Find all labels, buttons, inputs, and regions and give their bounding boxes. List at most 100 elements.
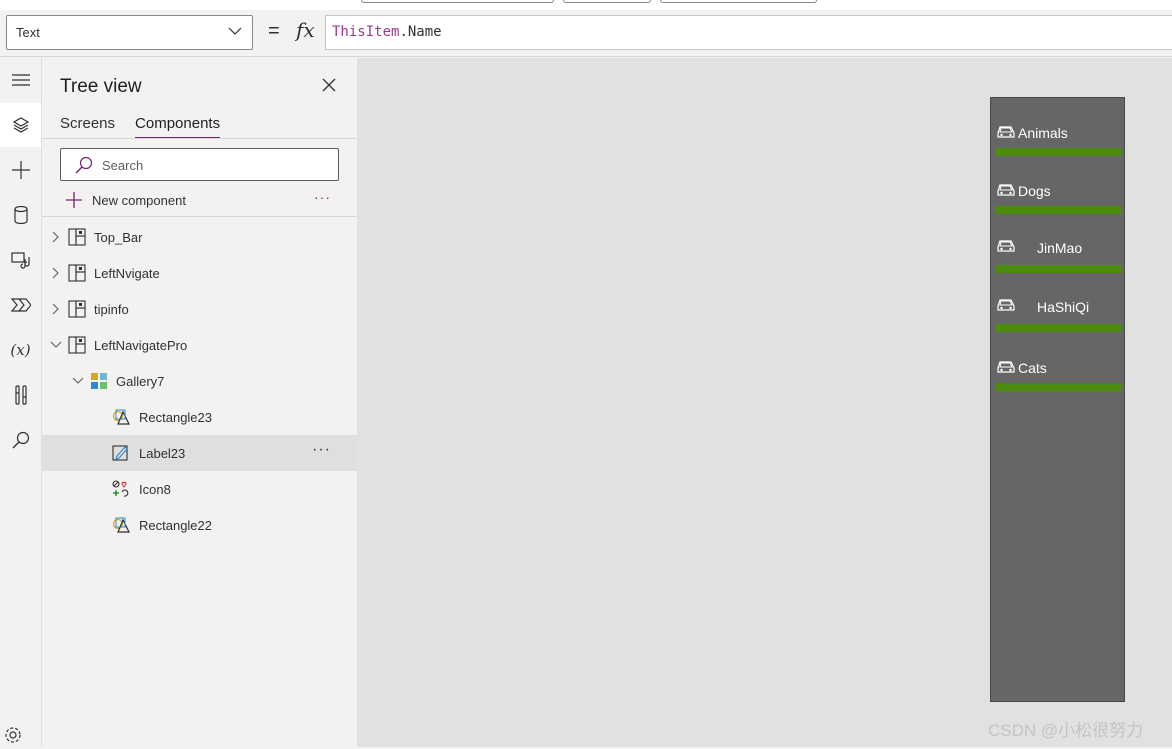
gallery-item-underline	[995, 324, 1121, 332]
gallery-item-underline	[995, 265, 1121, 273]
gallery-item-label: HaShiQi	[1037, 299, 1090, 315]
tree-node-leftnavigatepro[interactable]: LeftNavigatePro	[42, 327, 357, 363]
tree-node-gallery7[interactable]: Gallery7	[42, 363, 357, 399]
power-automate-button[interactable]	[0, 283, 41, 327]
plus-icon	[11, 161, 30, 179]
tree-node-label: Gallery7	[116, 374, 165, 389]
car-icon	[996, 358, 1016, 374]
search-icon	[75, 156, 93, 174]
settings-button[interactable]	[4, 726, 22, 749]
insert-button[interactable]	[0, 148, 41, 192]
database-icon	[13, 206, 28, 224]
power-automate-icon	[10, 298, 31, 312]
property-dropdown-value: Text	[16, 25, 40, 40]
formula-input[interactable]: ThisItem.Name	[325, 15, 1172, 50]
car-icon	[996, 181, 1016, 197]
tree-view-panel: Tree view Screens Components Search New …	[42, 58, 357, 747]
tree-node-label: LeftNavigatePro	[94, 338, 188, 353]
gallery-item-label: Dogs	[1018, 183, 1051, 199]
tree-node-tipinfo[interactable]: tipinfo	[42, 291, 357, 327]
gallery-item-underline	[995, 206, 1121, 214]
toolbar-control-stub[interactable]	[563, 0, 651, 3]
chevron-down-icon	[228, 27, 242, 35]
gallery-item[interactable]: HaShiQi	[991, 296, 1126, 355]
search-placeholder: Search	[102, 158, 144, 173]
shape-icon	[112, 408, 130, 426]
shape-icon	[112, 516, 130, 534]
tree-view-tabs: Screens Components	[60, 115, 240, 139]
gallery-item-label: Cats	[1018, 360, 1047, 376]
data-button[interactable]	[0, 193, 41, 237]
left-icon-rail: (x)	[0, 58, 42, 747]
tab-screens[interactable]: Screens	[60, 115, 115, 139]
tree-node-label: Rectangle22	[139, 518, 212, 533]
new-component-label: New component	[92, 192, 186, 208]
tree-node-label: Icon8	[139, 482, 171, 497]
chevron-down-icon[interactable]	[72, 375, 84, 390]
tree-node-label: Top_Bar	[94, 230, 143, 245]
layers-icon	[12, 117, 29, 133]
tab-components[interactable]: Components	[135, 115, 221, 139]
component-icon	[68, 336, 86, 354]
close-icon[interactable]	[321, 77, 337, 93]
equals-sign: =	[268, 20, 280, 42]
gallery-item[interactable]: Cats	[991, 355, 1126, 414]
search-input[interactable]: Search	[60, 148, 339, 181]
gallery-item[interactable]: Dogs	[991, 178, 1126, 237]
label-edit-icon	[112, 444, 130, 462]
fx-icon[interactable]: fx	[296, 18, 315, 42]
component-icon	[68, 300, 86, 318]
hamburger-icon	[11, 74, 30, 86]
chevron-right-icon[interactable]	[50, 303, 62, 318]
chevron-down-icon[interactable]	[50, 339, 62, 354]
toolbar-control-stub[interactable]	[361, 0, 554, 3]
canvas-area[interactable]: Animals Dogs JinMao HaShiQi Cats	[357, 58, 1172, 747]
divider	[42, 138, 357, 139]
tree-node-rectangle23[interactable]: Rectangle23	[42, 399, 357, 435]
left-navigate-pro-component[interactable]: Animals Dogs JinMao HaShiQi Cats	[990, 97, 1125, 702]
more-options-button[interactable]: ···	[314, 189, 331, 205]
variables-button[interactable]: (x)	[0, 328, 41, 372]
tree-node-label: LeftNvigate	[94, 266, 160, 281]
tree-node-label: Rectangle23	[139, 410, 212, 425]
gallery-item-label: JinMao	[1037, 240, 1083, 256]
gallery-item-underline	[995, 148, 1121, 156]
watermark: CSDN @小松很努力	[988, 721, 1144, 740]
media-button[interactable]	[0, 238, 41, 282]
gallery-item[interactable]: Animals	[991, 120, 1126, 179]
formula-bar: Text = fx ThisItem.Name	[0, 10, 1172, 57]
tools-icon	[14, 385, 27, 405]
gallery-item-label: Animals	[1018, 125, 1068, 141]
gallery-item[interactable]: JinMao	[991, 237, 1126, 296]
chevron-right-icon[interactable]	[50, 231, 62, 246]
car-icon	[996, 296, 1016, 312]
property-dropdown[interactable]: Text	[6, 15, 253, 50]
car-icon	[996, 237, 1016, 253]
formula-text: .Name	[399, 24, 442, 40]
new-component-button[interactable]: New component	[64, 189, 186, 211]
advanced-tools-button[interactable]	[0, 373, 41, 417]
variables-icon: (x)	[10, 341, 31, 359]
gallery-icon	[90, 372, 108, 390]
formula-keyword: ThisItem	[332, 24, 400, 40]
toolbar-control-stub[interactable]	[660, 0, 817, 3]
search-rail-button[interactable]	[0, 418, 41, 462]
tree-node-icon8[interactable]: Icon8	[42, 471, 357, 507]
tree-view-button[interactable]	[0, 103, 41, 147]
tree-view-title: Tree view	[60, 76, 142, 97]
tree-node-leftnvigate[interactable]: LeftNvigate	[42, 255, 357, 291]
chevron-right-icon[interactable]	[50, 267, 62, 282]
hamburger-menu-button[interactable]	[0, 58, 41, 102]
tree-node-rectangle22[interactable]: Rectangle22	[42, 507, 357, 543]
more-options-button[interactable]: ···	[312, 441, 331, 459]
car-icon	[996, 123, 1016, 139]
media-icon	[10, 252, 30, 269]
gallery-item-underline	[995, 383, 1121, 391]
icon-control-icon	[112, 480, 130, 498]
tree-node-label: tipinfo	[94, 302, 129, 317]
tree-node-label: Label23	[139, 446, 186, 461]
component-icon	[68, 228, 86, 246]
tree-node-label23[interactable]: Label23 ···	[42, 435, 357, 471]
tree-node-top_bar[interactable]: Top_Bar	[42, 219, 357, 255]
gear-icon	[5, 727, 21, 743]
